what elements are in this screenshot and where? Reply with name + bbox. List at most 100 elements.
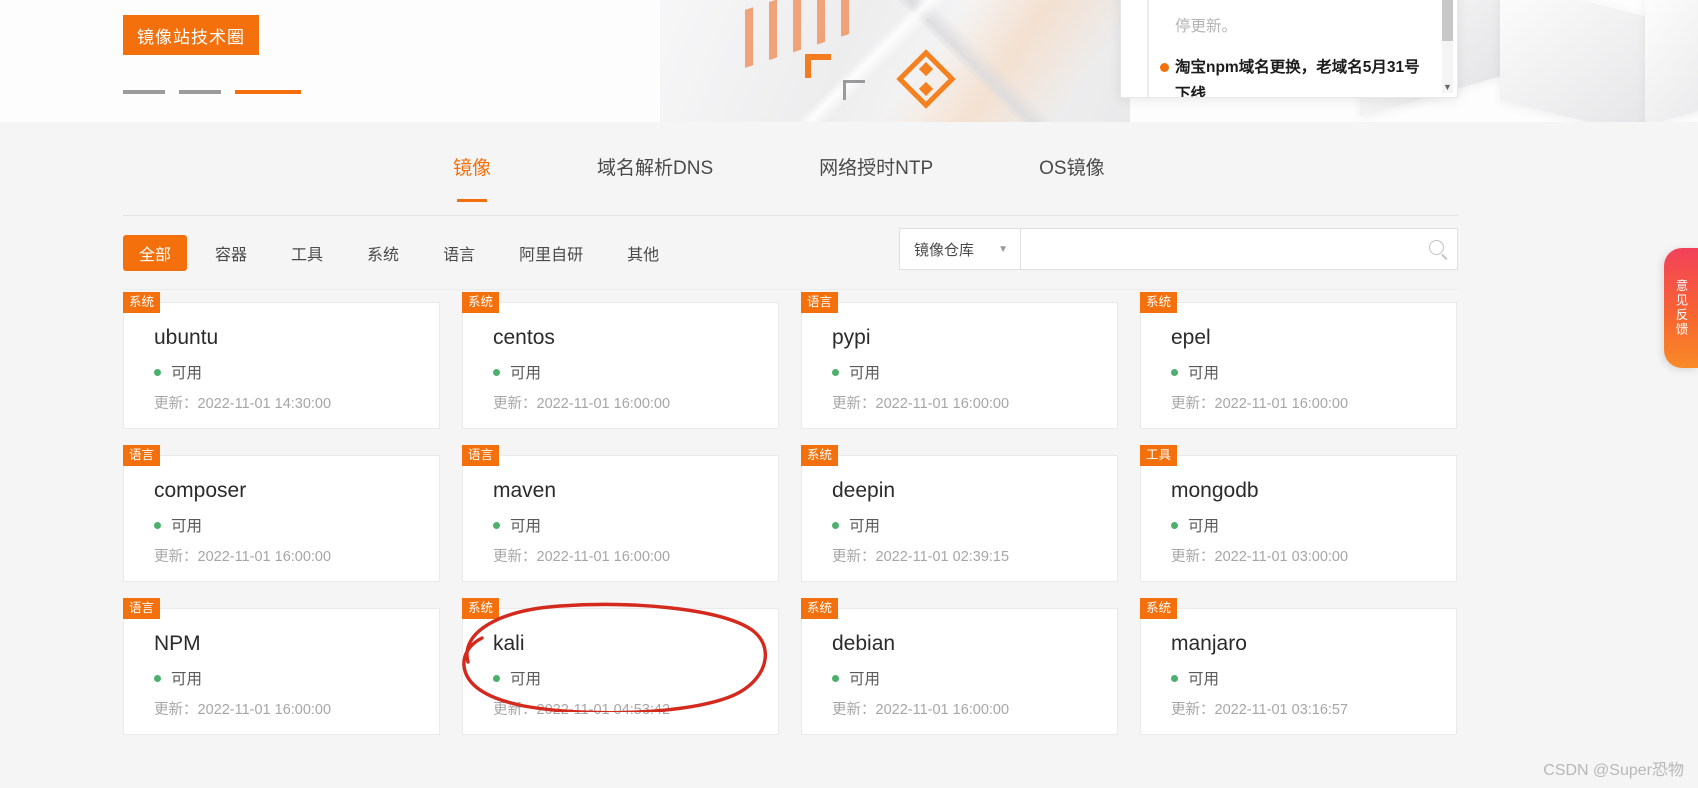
mirror-card[interactable]: 系统 deepin 可用 更新：2022-11-01 02:39:15 [801,445,1118,582]
notice-item-text: 淘宝npm域名更换，老域名5月31号下线 [1175,59,1420,98]
card-category-badge: 系统 [801,598,839,619]
card-title: mongodb [1171,479,1259,502]
tab-dns[interactable]: 域名解析DNS [597,153,713,184]
chip-all[interactable]: 全部 [123,234,188,271]
card-title: debian [832,632,896,655]
card-update: 更新：2022-11-01 16:00:00 [832,396,1010,412]
card-category-badge: 工具 [1140,445,1178,466]
category-chip-group: 全部 容器 工具 系统 语言 阿里自研 其他 [123,234,687,271]
notice-item[interactable]: 停更新。 [1139,13,1431,40]
status-dot-icon [832,674,839,682]
card-update: 更新：2022-11-01 16:00:00 [154,702,332,718]
status-dot-icon [493,521,500,529]
notice-scrollbar-thumb[interactable] [1442,0,1453,41]
card-title: ubuntu [154,326,219,349]
card-title: deepin [832,479,896,502]
chip-language[interactable]: 语言 [427,235,491,271]
status-dot-icon [832,368,839,376]
card-update: 更新：2022-11-01 16:00:00 [832,702,1010,718]
card-category-badge: 语言 [123,598,161,619]
notice-list: 停更新。 淘宝npm域名更换，老域名5月31号下线 [1121,0,1457,97]
status-dot-icon [493,674,500,682]
card-status: 可用 [1171,514,1219,536]
mirror-card[interactable]: 系统 manjaro 可用 更新：2022-11-01 03:16:57 [1140,598,1457,735]
carousel-dot-1[interactable] [123,90,165,94]
mirror-card[interactable]: 工具 mongodb 可用 更新：2022-11-01 03:00:00 [1140,445,1457,582]
status-dot-icon [1171,521,1178,529]
card-update: 更新：2022-11-01 02:39:15 [832,549,1010,565]
mirror-card[interactable]: 系统 centos 可用 更新：2022-11-01 16:00:00 [462,292,779,429]
status-dot-icon [493,368,500,376]
card-status: 可用 [832,361,880,383]
card-title: pypi [832,326,871,349]
card-status: 可用 [493,361,541,383]
mirror-card-grid: 系统 ubuntu 可用 更新：2022-11-01 14:30:00 系统 c… [123,290,1458,735]
carousel-indicators [123,90,301,94]
notice-panel: 停更新。 淘宝npm域名更换，老域名5月31号下线 ▼ [1120,0,1458,98]
chip-container[interactable]: 容器 [199,235,263,271]
card-title: maven [493,479,557,502]
carousel-dot-2[interactable] [179,90,221,94]
chip-alibaba-inhouse[interactable]: 阿里自研 [503,235,599,271]
card-status-label: 可用 [171,671,203,688]
page-root: 镜像站技术圈 停更新。 淘宝npm域名更换，老域名5月31号下线 ▼ 镜像 域名… [0,0,1698,788]
notice-bullet-icon [1160,63,1169,72]
tab-os-mirror[interactable]: OS镜像 [1039,153,1104,184]
notice-scrollbar[interactable]: ▼ [1442,0,1453,93]
card-status-label: 可用 [849,518,881,535]
card-status: 可用 [1171,667,1219,689]
tab-ntp[interactable]: 网络授时NTP [819,153,933,184]
mirror-card[interactable]: 语言 composer 可用 更新：2022-11-01 16:00:00 [123,445,440,582]
card-update: 更新：2022-11-01 04:53:42 [493,702,671,718]
chip-other[interactable]: 其他 [611,235,675,271]
mirror-card[interactable]: 系统 ubuntu 可用 更新：2022-11-01 14:30:00 [123,292,440,429]
feedback-side-tab[interactable]: 意见反馈 [1664,248,1698,368]
card-category-badge: 语言 [123,445,161,466]
hero-cta-button[interactable]: 镜像站技术圈 [123,15,259,55]
filter-toolbar: 全部 容器 工具 系统 语言 阿里自研 其他 镜像仓库 ▼ [123,216,1458,290]
card-category-badge: 系统 [1140,598,1178,619]
card-update: 更新：2022-11-01 03:16:57 [1171,702,1349,718]
mirror-card[interactable]: 语言 maven 可用 更新：2022-11-01 16:00:00 [462,445,779,582]
repo-select[interactable]: 镜像仓库 ▼ [899,228,1021,270]
card-status: 可用 [154,667,202,689]
carousel-dot-3[interactable] [235,90,301,94]
hero-corner-bracket-orange-icon [805,54,831,78]
hero-corner-bracket-gray-icon [843,80,865,100]
search-icon[interactable] [1429,240,1444,255]
chevron-down-icon: ▼ [998,243,1008,255]
hero-artwork [660,0,1698,122]
search-area: 镜像仓库 ▼ [899,228,1458,270]
card-update: 更新：2022-11-01 16:00:00 [493,396,671,412]
card-category-badge: 语言 [462,445,500,466]
card-status-label: 可用 [510,365,542,382]
notice-scroll-down-icon[interactable]: ▼ [1442,81,1453,93]
notice-item-text: 停更新。 [1175,18,1238,35]
card-update: 更新：2022-11-01 16:00:00 [493,549,671,565]
search-box[interactable] [1021,228,1458,270]
card-title: NPM [154,632,201,655]
notice-item[interactable]: 淘宝npm域名更换，老域名5月31号下线 [1139,54,1431,98]
mirror-card[interactable]: 系统 epel 可用 更新：2022-11-01 16:00:00 [1140,292,1457,429]
card-status: 可用 [1171,361,1219,383]
card-category-badge: 系统 [801,445,839,466]
card-update: 更新：2022-11-01 03:00:00 [1171,549,1349,565]
tab-mirror[interactable]: 镜像 [453,153,491,202]
card-update: 更新：2022-11-01 16:00:00 [1171,396,1349,412]
card-status-label: 可用 [849,671,881,688]
mirror-card[interactable]: 语言 NPM 可用 更新：2022-11-01 16:00:00 [123,598,440,735]
chip-system[interactable]: 系统 [351,235,415,271]
card-status-label: 可用 [171,365,203,382]
mirror-card-kali[interactable]: 系统 kali 可用 更新：2022-11-01 04:53:42 [462,598,779,735]
card-category-badge: 系统 [123,292,161,313]
card-title: kali [493,632,525,655]
mirror-card[interactable]: 系统 debian 可用 更新：2022-11-01 16:00:00 [801,598,1118,735]
search-input[interactable] [1033,240,1445,258]
card-update: 更新：2022-11-01 16:00:00 [154,549,332,565]
status-dot-icon [1171,674,1178,682]
card-title: manjaro [1171,632,1247,655]
status-dot-icon [154,521,161,529]
chip-tools[interactable]: 工具 [275,235,339,271]
mirror-card[interactable]: 语言 pypi 可用 更新：2022-11-01 16:00:00 [801,292,1118,429]
card-update: 更新：2022-11-01 14:30:00 [154,396,332,412]
